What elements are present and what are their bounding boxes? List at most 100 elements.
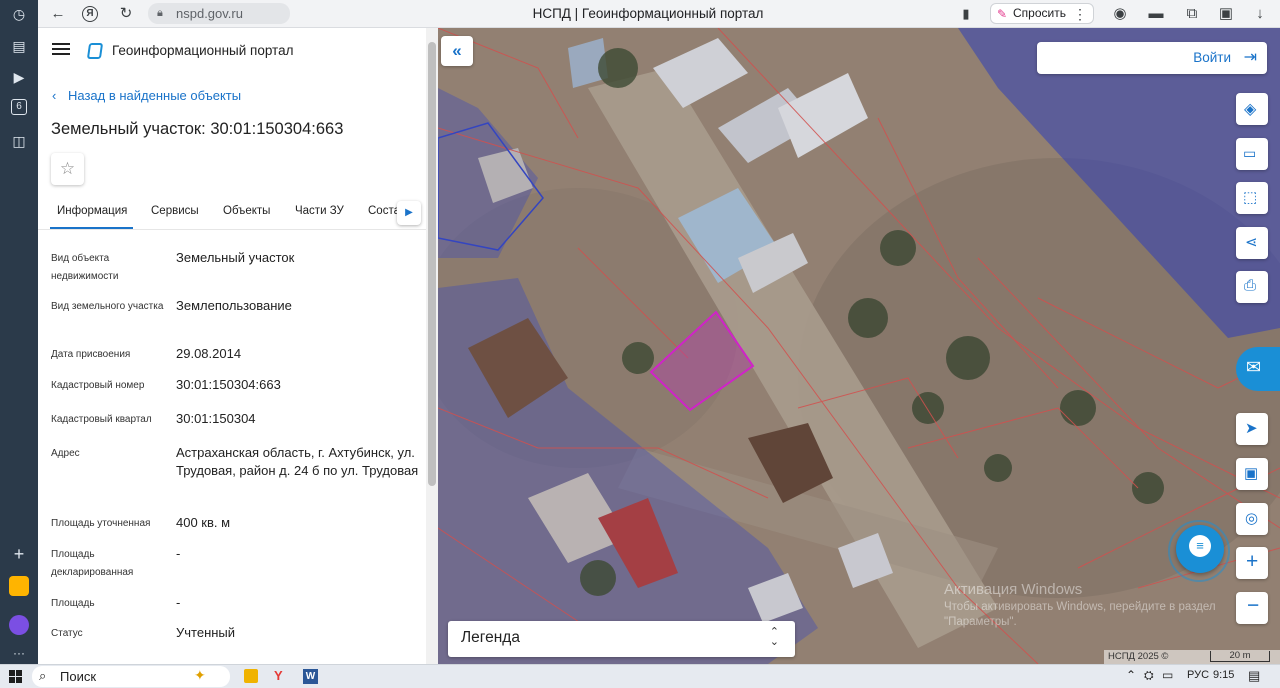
- lock-icon: 🔒︎: [157, 7, 163, 19]
- property-label: Вид объекта недвижимости: [51, 253, 119, 282]
- geolocation-icon: ◎: [1245, 510, 1259, 527]
- scale-bar: 20 m: [1210, 651, 1270, 662]
- collections-icon[interactable]: ▤: [9, 36, 29, 56]
- favorite-star-icon[interactable]: ☆: [51, 153, 84, 185]
- yandex-logo-icon[interactable]: Я: [82, 6, 98, 22]
- zoom-in-button[interactable]: +: [1236, 547, 1268, 579]
- property-value: 30:01:150304:663: [176, 377, 281, 392]
- property-value: Землепользование: [176, 298, 292, 313]
- alice-assistant-icon[interactable]: [9, 615, 29, 635]
- map-view[interactable]: « Войти ⇥ Легенда ⌃ ⌄ Активация Windows Ч…: [438, 28, 1280, 664]
- select-area-button[interactable]: ⬚: [1236, 182, 1268, 214]
- print-icon: ⎙: [1244, 277, 1257, 294]
- hamburger-menu-icon[interactable]: [52, 43, 70, 57]
- clock[interactable]: 9:15: [1213, 669, 1234, 681]
- property-value: Учтенный: [176, 625, 236, 640]
- media-icon[interactable]: ▶: [9, 67, 29, 87]
- vpn-icon[interactable]: ▬: [1146, 4, 1166, 24]
- tray-app-icon[interactable]: ⛭: [1144, 668, 1154, 683]
- windows-start-icon[interactable]: [9, 670, 23, 684]
- property-value: Земельный участок: [176, 250, 295, 265]
- share-button[interactable]: ⋖: [1236, 227, 1268, 259]
- yandex-browser-taskbar-icon[interactable]: Y: [274, 668, 283, 683]
- property-label: Площадь уточненная: [51, 518, 151, 529]
- bookmark-icon[interactable]: ▮: [956, 4, 976, 24]
- browser-sidebar-rail: ◷ ▤ ▶ 6 ◫ + ···: [0, 0, 38, 664]
- login-button[interactable]: Войти ⇥: [1037, 42, 1267, 74]
- menu-dots-icon[interactable]: ⋮: [1070, 4, 1090, 24]
- portal-title: Геоинформационный портал: [112, 43, 294, 58]
- object-title: Земельный участок: 30:01:150304:663: [51, 120, 344, 138]
- login-icon: ⇥: [1243, 49, 1257, 66]
- property-label: Площадь декларированная: [51, 549, 134, 578]
- property-label: Статус: [51, 628, 83, 639]
- share-icon: ⋖: [1245, 234, 1258, 251]
- minimap-icon: ▣: [1244, 465, 1259, 482]
- more-dots-icon[interactable]: ···: [9, 643, 29, 663]
- zoom-out-button[interactable]: −: [1236, 592, 1268, 624]
- legend-dropdown[interactable]: Легенда ⌃ ⌄: [448, 621, 795, 657]
- extension-icon[interactable]: ◉: [1110, 4, 1130, 24]
- object-info-panel: Геоинформационный портал ‹ Назад в найде…: [38, 28, 438, 664]
- layers-button[interactable]: ◈: [1236, 93, 1268, 125]
- property-label: Кадастровый квартал: [51, 414, 152, 425]
- windows-watermark-text: Чтобы активировать Windows, перейдите в …: [944, 601, 1216, 613]
- tab-parts[interactable]: Части ЗУ: [295, 205, 344, 217]
- back-arrow-icon[interactable]: ←: [48, 4, 68, 24]
- mail-app-icon[interactable]: [9, 576, 29, 596]
- history-icon[interactable]: ◷: [9, 4, 29, 24]
- reload-icon[interactable]: ↻: [116, 4, 136, 24]
- feedback-icon: ✉: [1246, 357, 1262, 377]
- ruler-icon: ▭: [1243, 145, 1257, 161]
- add-icon[interactable]: +: [9, 544, 29, 564]
- url-text: nspd.gov.ru: [176, 6, 243, 21]
- collapse-panel-icon[interactable]: «: [441, 36, 473, 66]
- tab-services[interactable]: Сервисы: [151, 205, 199, 217]
- address-bar[interactable]: 🔒︎ nspd.gov.ru: [148, 3, 290, 24]
- back-link[interactable]: ‹ Назад в найденные объекты: [52, 88, 241, 103]
- tabs-count-badge[interactable]: 6: [11, 99, 27, 115]
- print-button[interactable]: ⎙: [1236, 271, 1268, 303]
- cart-icon[interactable]: ▣: [1216, 4, 1236, 24]
- locate-button[interactable]: ➤: [1236, 413, 1268, 445]
- chevron-updown-icon: ⌃ ⌄: [769, 626, 779, 648]
- tab-information[interactable]: Информация: [57, 205, 127, 217]
- windows-watermark-title: Активация Windows: [944, 581, 1083, 598]
- tab-objects[interactable]: Объекты: [223, 205, 270, 217]
- copyright-label: НСПД 2025 ©: [1108, 651, 1169, 662]
- tabs-bar: Информация Сервисы Объекты Части ЗУ Сост…: [38, 200, 426, 230]
- ask-icon: ✎: [997, 7, 1008, 21]
- select-area-icon: ⬚: [1243, 189, 1258, 206]
- ask-label: Спросить: [1013, 6, 1066, 20]
- file-explorer-icon[interactable]: [244, 669, 258, 683]
- property-value: -: [176, 595, 181, 610]
- taskbar-search-label: Поиск: [60, 669, 97, 684]
- ruler-button[interactable]: ▭: [1236, 138, 1268, 170]
- taskbar-search-input[interactable]: ⌕ Поиск ✦: [32, 666, 230, 687]
- windows-watermark-text: "Параметры".: [944, 616, 1017, 628]
- chevron-left-icon: ‹: [52, 88, 57, 103]
- language-indicator[interactable]: РУС: [1187, 669, 1209, 681]
- property-label: Кадастровый номер: [51, 380, 145, 391]
- chat-icon: ≡: [1189, 535, 1211, 557]
- tray-chevron-up-icon[interactable]: ⌃: [1126, 668, 1136, 682]
- minimap-button[interactable]: ▣: [1236, 458, 1268, 490]
- tab-title: НСПД | Геоинформационный портал: [532, 6, 764, 21]
- layers-icon: ◈: [1244, 101, 1257, 118]
- screenshot-icon[interactable]: ◫: [9, 131, 29, 151]
- word-icon[interactable]: W: [303, 669, 318, 684]
- login-label: Войти: [1193, 50, 1231, 65]
- legend-label: Легенда: [461, 629, 520, 646]
- tabs-scroll-right-icon[interactable]: ▶: [397, 201, 421, 225]
- panel-scrollbar-thumb[interactable]: [428, 42, 436, 486]
- network-icon[interactable]: ▭: [1162, 668, 1173, 682]
- chat-button[interactable]: ≡: [1176, 525, 1224, 573]
- property-value: 29.08.2014: [176, 346, 242, 361]
- geolocation-button[interactable]: ◎: [1236, 503, 1268, 535]
- puzzle-icon[interactable]: ⧉: [1182, 4, 1202, 24]
- download-icon[interactable]: ↓: [1250, 4, 1270, 24]
- feedback-tab[interactable]: ✉: [1236, 347, 1280, 391]
- back-link-label: Назад в найденные объекты: [67, 88, 242, 103]
- notifications-icon[interactable]: ▤: [1248, 668, 1260, 684]
- property-label: Адрес: [51, 448, 80, 459]
